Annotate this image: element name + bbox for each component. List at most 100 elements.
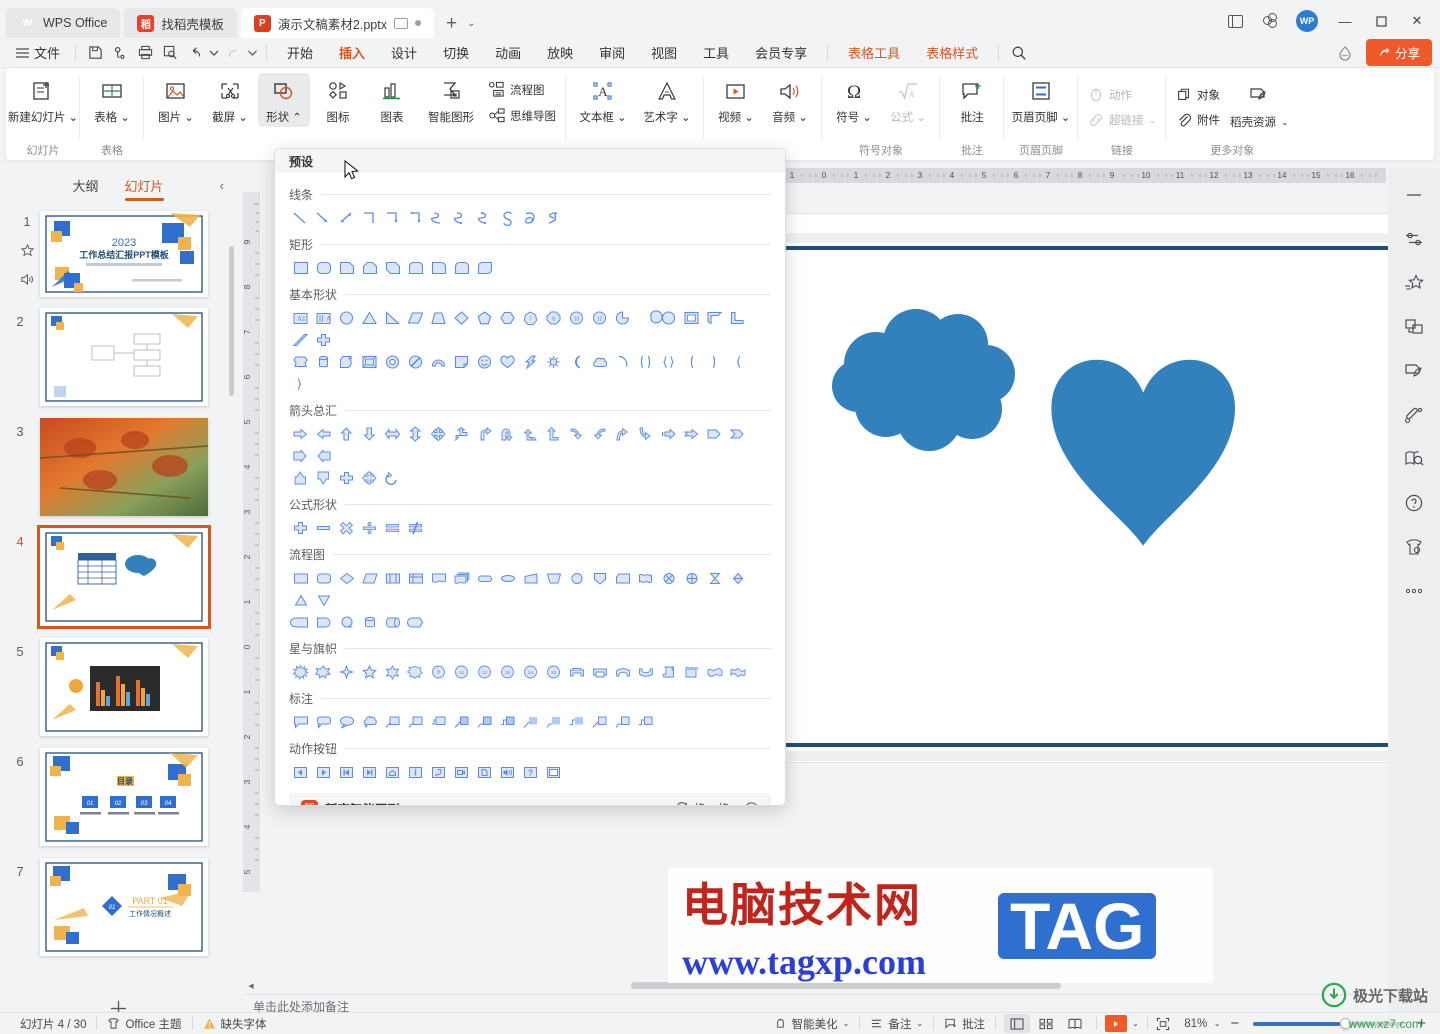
shape-lightning-bolt[interactable] [519, 351, 542, 373]
shape-star-16[interactable]: 16 [496, 661, 519, 683]
menu-item-table-tools[interactable]: 表格工具 [835, 40, 913, 65]
shape-flowchart-decision[interactable] [335, 567, 358, 589]
shape-curved-down-arrow[interactable] [634, 423, 657, 445]
shape-oval-callout[interactable] [335, 711, 358, 733]
docer-resource-icon-button[interactable] [1244, 83, 1274, 107]
undo-icon[interactable] [183, 41, 208, 65]
chevron-left-icon[interactable]: ‹ [220, 178, 224, 193]
shape-l-shape[interactable] [726, 307, 749, 329]
shape-minus-sign[interactable] [312, 517, 335, 539]
zoom-out-button[interactable]: − [1226, 1015, 1243, 1032]
new-tab-button[interactable]: + [446, 14, 457, 33]
shape-flowchart-delay[interactable] [312, 611, 335, 633]
shape-heptagon[interactable]: 7 [519, 307, 542, 329]
shape-arc[interactable] [611, 351, 634, 373]
wordart-button[interactable]: 艺术字 ⌄ [636, 73, 698, 127]
menu-item-insert[interactable]: 插入 [326, 40, 378, 65]
shape-action-information[interactable] [404, 761, 427, 783]
play-options-chevron-icon[interactable]: ⌄ [1132, 1019, 1139, 1028]
shape-multiply-sign[interactable] [335, 517, 358, 539]
shape-heart[interactable] [496, 351, 519, 373]
shape-explosion-1[interactable] [289, 661, 312, 683]
attachment-button[interactable]: 附件 [1172, 110, 1224, 130]
shapes-button[interactable]: 形状 ⌃ [258, 73, 310, 127]
shape-line-callout-3-no-border[interactable] [565, 711, 588, 733]
print-icon[interactable] [133, 41, 158, 65]
scroll-left-arrow-icon[interactable]: ◀ [243, 978, 259, 994]
list-item[interactable]: 5 [0, 632, 236, 742]
shape-action-help[interactable]: ? [519, 761, 542, 783]
shape-up-arrow-callout[interactable] [289, 467, 312, 489]
list-item[interactable]: 2 [0, 302, 236, 412]
shape-line-double-arrow[interactable] [335, 207, 358, 229]
formula-button[interactable]: x 公式 ⌄ [882, 73, 934, 127]
list-item[interactable]: 3 [0, 412, 236, 522]
comments-status-button[interactable]: 批注 [934, 1016, 995, 1032]
slide-thumbnail[interactable]: 目录 01 02 03 04 [40, 748, 208, 846]
shape-curved-right-arrow[interactable] [565, 423, 588, 445]
shape-rounded-rectangle[interactable] [312, 257, 335, 279]
shape-flowchart-alternate-process[interactable] [312, 567, 335, 589]
shape-group-lines[interactable] [289, 207, 771, 229]
list-item[interactable]: 6 目录 01 02 03 04 [0, 742, 236, 852]
shape-half-frame[interactable] [703, 307, 726, 329]
shape-wave[interactable] [703, 661, 726, 683]
shape-flowchart-manual-input[interactable] [519, 567, 542, 589]
shape-horizontal-scroll[interactable] [680, 661, 703, 683]
shape-up-ribbon[interactable] [565, 661, 588, 683]
menu-item-table-styles[interactable]: 表格样式 [913, 40, 991, 65]
shape-left-right-arrow[interactable] [381, 423, 404, 445]
shape-elbow-arrow-connector[interactable] [381, 207, 404, 229]
shape-no-symbol[interactable] [404, 351, 427, 373]
menu-item-review[interactable]: 审阅 [586, 40, 638, 65]
shape-snip-and-round-single-corner-rectangle[interactable] [404, 257, 427, 279]
shape-flowchart-manual-operation[interactable] [542, 567, 565, 589]
shape-vertical-text-box[interactable]: A [312, 307, 335, 329]
shape-action-movie[interactable] [450, 761, 473, 783]
sidebar-tab-slides[interactable]: 幻灯片 [124, 176, 164, 201]
shape-down-arrow[interactable] [358, 423, 381, 445]
shape-flowchart-magnetic-disk[interactable] [358, 611, 381, 633]
shape-group-callouts[interactable] [289, 711, 771, 733]
shape-line-callout-1-accent[interactable] [450, 711, 473, 733]
shape-vertical-scroll[interactable] [657, 661, 680, 683]
shape-double-bracket[interactable] [634, 351, 657, 373]
shape-double-wave[interactable] [726, 661, 749, 683]
avatar[interactable]: WP [1296, 10, 1318, 32]
shape-group-arrows[interactable] [289, 423, 771, 467]
shape-line-callout-3-accent[interactable] [496, 711, 519, 733]
shape-snip-single-corner-rectangle[interactable] [335, 257, 358, 279]
shape-circular-arrow[interactable] [381, 467, 404, 489]
shape-hexagon[interactable] [496, 307, 519, 329]
shape-parallelogram[interactable] [404, 307, 427, 329]
shape-group-equations[interactable] [289, 517, 771, 539]
shape-sun[interactable] [542, 351, 565, 373]
shape-group-flowchart[interactable] [289, 567, 771, 611]
shape-donut[interactable] [381, 351, 404, 373]
shape-down-ribbon[interactable] [588, 661, 611, 683]
shape-flowchart-process[interactable] [289, 567, 312, 589]
save-icon[interactable] [83, 41, 108, 65]
hyperlink-button[interactable]: 超链接 ⌄ [1084, 110, 1160, 130]
star-effects-icon[interactable] [1400, 270, 1428, 296]
docer-resource-button[interactable]: 稻壳资源 ⌄ [1226, 112, 1293, 132]
screenshot-button[interactable]: 截屏 ⌄ [204, 73, 256, 127]
shape-octagon[interactable]: 8 [542, 307, 565, 329]
shape-flowchart-punched-tape[interactable] [634, 567, 657, 589]
shape-flowchart-internal-storage[interactable] [404, 567, 427, 589]
shape-snip-same-side-corner-rectangle[interactable] [358, 257, 381, 279]
header-footer-button[interactable]: 页眉页脚 ⌄ [1010, 73, 1072, 127]
star-outline-icon[interactable] [20, 243, 35, 258]
canvas-horizontal-scrollbar[interactable] [631, 982, 1061, 989]
undo-chevron-icon[interactable] [208, 41, 220, 65]
shape-line-callout-3[interactable] [427, 711, 450, 733]
symbol-button[interactable]: Ω 符号 ⌄ [828, 73, 880, 127]
shape-flowchart-predefined-process[interactable] [381, 567, 404, 589]
selection-pane-icon[interactable] [1400, 314, 1428, 340]
list-item[interactable]: 1 2023 工作总结汇报PPT模板 [0, 206, 236, 302]
shape-rounded-rectangular-callout[interactable] [312, 711, 335, 733]
shape-action-forward[interactable] [312, 761, 335, 783]
tab-groups-icon[interactable] [1254, 7, 1288, 35]
shape-right-arrow-callout[interactable] [289, 445, 312, 467]
shape-flowchart-terminator[interactable] [473, 567, 496, 589]
